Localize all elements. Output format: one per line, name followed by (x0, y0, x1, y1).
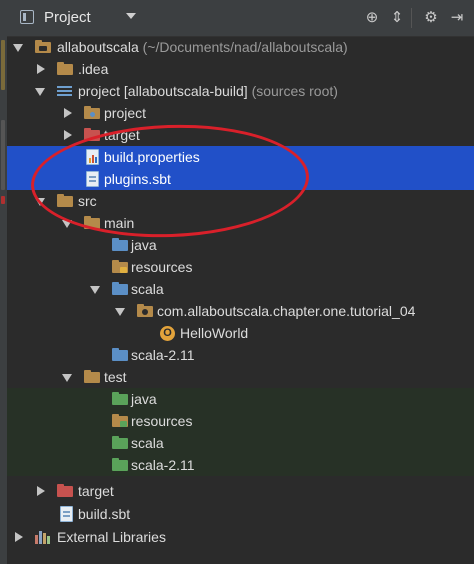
node-label: build.properties (104, 149, 200, 165)
excluded-folder-icon (84, 127, 100, 143)
node-label: scala-2.11 (131, 457, 195, 473)
node-label: src (78, 193, 97, 209)
tree-node-build-sbt[interactable]: build.sbt (7, 503, 474, 525)
sbt-file-icon (86, 171, 99, 187)
tool-window-stripe[interactable] (1, 120, 5, 190)
scala-object-icon: O (160, 326, 175, 341)
project-view-icon (20, 10, 34, 24)
tree-node-project-sub[interactable]: project (7, 102, 474, 124)
node-label: .idea (78, 61, 109, 77)
view-selector-label[interactable]: Project (44, 9, 91, 26)
properties-file-icon (86, 149, 99, 165)
chevron-down-icon[interactable] (115, 300, 127, 322)
root-name: allaboutscala (57, 39, 139, 55)
node-label: main (104, 215, 135, 231)
source-folder-icon (112, 281, 128, 297)
node-label: build.sbt (78, 506, 131, 522)
tree-node-helloworld[interactable]: O HelloWorld (7, 322, 474, 344)
error-marker (1, 196, 5, 204)
chevron-right-icon[interactable] (13, 526, 25, 548)
module-name: project (78, 83, 121, 99)
chevron-right-icon[interactable] (35, 480, 47, 502)
node-label: project (104, 105, 147, 121)
test-folder-icon (112, 391, 128, 407)
tree-node-test-scala-211[interactable]: scala-2.11 (7, 454, 474, 476)
tree-node-external-libraries[interactable]: External Libraries (7, 526, 474, 548)
tree-node-root[interactable]: allaboutscala (~/Documents/nad/allabouts… (7, 36, 474, 58)
tree-node-src[interactable]: src (7, 190, 474, 212)
project-tree: allaboutscala (~/Documents/nad/allabouts… (7, 36, 474, 564)
chevron-down-icon[interactable] (35, 190, 47, 212)
toolbar-divider (411, 8, 412, 28)
library-icon (35, 529, 51, 545)
test-resources-folder-icon (112, 413, 128, 429)
gear-icon[interactable]: ⚙ (421, 8, 441, 28)
hide-panel-icon[interactable]: ⇥ (447, 8, 467, 28)
node-label: External Libraries (57, 529, 166, 545)
tree-node-main-scala-211[interactable]: scala-2.11 (7, 344, 474, 366)
module-note: (sources root) (251, 83, 338, 99)
tree-node-target-root[interactable]: target (7, 480, 474, 502)
node-label: plugins.sbt (104, 171, 171, 187)
node-label: target (104, 127, 140, 143)
sbt-file-icon (60, 506, 73, 522)
tree-node-test-resources[interactable]: resources (7, 410, 474, 432)
node-label: com.allaboutscala.chapter.one.tutorial_0… (157, 303, 416, 319)
node-label: resources (131, 259, 193, 275)
tree-node-plugins-sbt[interactable]: plugins.sbt (7, 168, 474, 190)
folder-icon (84, 215, 100, 231)
tree-node-test-scala[interactable]: scala (7, 432, 474, 454)
project-tool-window: Project ⊕ ⇕ ⚙ ⇥ allaboutscala (~/Documen… (7, 0, 474, 564)
tree-node-test[interactable]: test (7, 366, 474, 388)
node-label: scala (131, 281, 164, 297)
excluded-folder-icon (57, 483, 73, 499)
node-label: target (78, 483, 114, 499)
tree-node-main-java[interactable]: java (7, 234, 474, 256)
chevron-down-icon[interactable] (62, 366, 74, 388)
folder-icon (57, 193, 73, 209)
tree-node-main-scala[interactable]: scala (7, 278, 474, 300)
chevron-down-icon[interactable] (90, 278, 102, 300)
chevron-right-icon[interactable] (62, 124, 74, 146)
source-folder-icon (112, 347, 128, 363)
source-folder-icon (112, 237, 128, 253)
node-label: HelloWorld (180, 325, 249, 341)
node-label: java (131, 391, 157, 407)
chevron-down-icon[interactable] (35, 80, 47, 102)
root-path: (~/Documents/nad/allaboutscala) (142, 39, 348, 55)
module-folder-icon (35, 39, 51, 55)
chevron-down-icon[interactable] (126, 13, 136, 19)
package-icon (137, 303, 153, 319)
test-folder-icon (112, 457, 128, 473)
tool-window-header: Project ⊕ ⇕ ⚙ ⇥ (7, 0, 474, 37)
tree-node-main[interactable]: main (7, 212, 474, 234)
folder-icon (84, 369, 100, 385)
test-folder-icon (112, 435, 128, 451)
tree-node-main-resources[interactable]: resources (7, 256, 474, 278)
folder-icon (57, 61, 73, 77)
tree-node-package[interactable]: com.allaboutscala.chapter.one.tutorial_0… (7, 300, 474, 322)
tree-node-idea[interactable]: .idea (7, 58, 474, 80)
collapse-all-icon[interactable]: ⇕ (387, 8, 407, 28)
node-label: resources (131, 413, 193, 429)
resources-folder-icon (112, 259, 128, 275)
chevron-right-icon[interactable] (35, 58, 47, 80)
chevron-down-icon[interactable] (62, 212, 74, 234)
chevron-right-icon[interactable] (62, 102, 74, 124)
source-root-folder-icon (84, 105, 100, 121)
crosshair-icon[interactable]: ⊕ (362, 8, 382, 28)
tree-node-build-properties[interactable]: build.properties (7, 146, 474, 168)
module-icon (57, 83, 73, 99)
tree-node-test-java[interactable]: java (7, 388, 474, 410)
chevron-down-icon[interactable] (13, 36, 25, 58)
node-label: scala-2.11 (131, 347, 195, 363)
node-label: scala (131, 435, 164, 451)
node-label: test (104, 369, 127, 385)
tool-window-stripe[interactable] (1, 40, 5, 90)
tree-node-project-module[interactable]: project [allaboutscala-build] (sources r… (7, 80, 474, 102)
module-tag: [allaboutscala-build] (123, 83, 248, 99)
node-label: java (131, 237, 157, 253)
tree-node-target-sub[interactable]: target (7, 124, 474, 146)
